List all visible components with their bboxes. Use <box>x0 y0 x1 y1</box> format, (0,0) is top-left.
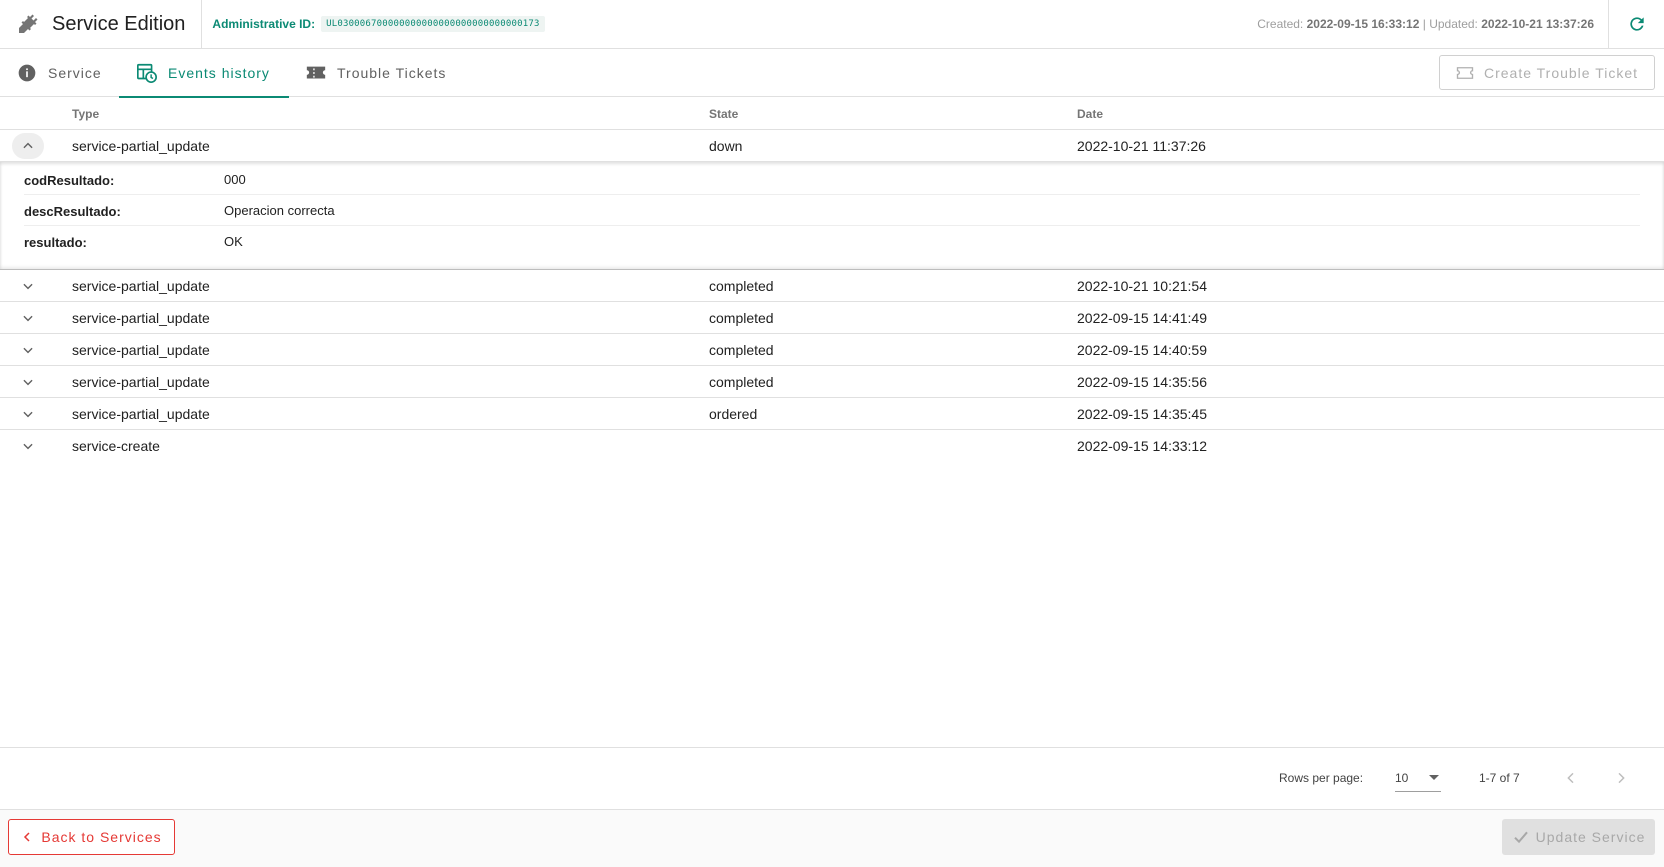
cell-date: 2022-09-15 14:40:59 <box>1077 342 1207 358</box>
tab-service-label: Service <box>48 65 102 81</box>
pagination-range: 1-7 of 7 <box>1479 771 1520 785</box>
caret-down-icon <box>1429 775 1439 780</box>
tab-events-history[interactable]: Events history <box>119 49 289 98</box>
cell-state: completed <box>709 310 774 326</box>
chevron-down-icon <box>23 315 33 322</box>
detail-value: OK <box>224 234 243 249</box>
cell-date: 2022-10-21 10:21:54 <box>1077 278 1207 294</box>
chevron-right-icon <box>1618 772 1625 784</box>
chevron-down-icon <box>23 411 33 418</box>
created-value: 2022-09-15 16:33:12 <box>1306 17 1420 31</box>
created-label: Created: <box>1257 17 1304 31</box>
collapse-row-button[interactable] <box>12 133 44 159</box>
row-detail-panel: codResultado: 000 descResultado: Operaci… <box>0 162 1664 270</box>
cell-state: down <box>709 138 743 154</box>
previous-page-button[interactable] <box>1557 764 1585 792</box>
ticket-outline-icon <box>1456 66 1474 80</box>
chevron-left-icon <box>1567 772 1574 784</box>
cell-date: 2022-09-15 14:41:49 <box>1077 310 1207 326</box>
detail-key: resultado: <box>24 235 87 250</box>
table-row[interactable]: service-create 2022-09-15 14:33:12 <box>0 430 1664 462</box>
chevron-left-icon <box>21 830 33 844</box>
cell-type: service-partial_update <box>72 138 210 154</box>
detail-item: codResultado: 000 <box>24 164 1640 195</box>
table-row[interactable]: service-partial_update completed 2022-09… <box>0 334 1664 366</box>
administrative-id-value: UL030006700000000000000000000000000173 <box>321 16 545 32</box>
table-pagination: Rows per page: 10 1-7 of 7 <box>0 747 1664 809</box>
cell-state: completed <box>709 278 774 294</box>
detail-value: Operacion correcta <box>224 203 335 218</box>
detail-item: descResultado: Operacion correcta <box>24 195 1640 226</box>
update-service-label: Update Service <box>1535 829 1646 845</box>
tab-trouble-tickets-label: Trouble Tickets <box>337 65 447 81</box>
chevron-down-icon <box>23 379 33 386</box>
updated-value: 2022-10-21 13:37:26 <box>1481 17 1594 31</box>
chevron-up-icon <box>23 142 33 149</box>
table-row[interactable]: service-partial_update down 2022-10-21 1… <box>0 130 1664 162</box>
detail-value: 000 <box>224 172 246 187</box>
detail-item: resultado: OK <box>24 226 1640 257</box>
action-footer: Back to Services Update Service <box>0 809 1664 867</box>
update-service-button[interactable]: Update Service <box>1502 819 1655 855</box>
expand-row-button[interactable] <box>12 273 44 299</box>
chevron-down-icon <box>23 443 33 450</box>
cell-type: service-create <box>72 438 160 454</box>
app-header: Service Edition Administrative ID: UL030… <box>0 0 1664 49</box>
refresh-icon <box>1629 17 1644 31</box>
detail-key: descResultado: <box>24 204 121 219</box>
cell-state: completed <box>709 374 774 390</box>
table-row[interactable]: service-partial_update completed 2022-09… <box>0 366 1664 398</box>
expand-row-button[interactable] <box>12 337 44 363</box>
tab-events-history-label: Events history <box>168 65 270 81</box>
cell-type: service-partial_update <box>72 406 210 422</box>
back-to-services-label: Back to Services <box>41 829 162 845</box>
expand-row-button[interactable] <box>12 305 44 331</box>
cell-date: 2022-09-15 14:33:12 <box>1077 438 1207 454</box>
plug-icon <box>16 12 40 36</box>
administrative-id-label: Administrative ID: <box>212 17 316 31</box>
expand-row-button[interactable] <box>12 433 44 459</box>
refresh-button[interactable] <box>1608 0 1664 48</box>
cell-type: service-partial_update <box>72 342 210 358</box>
tab-trouble-tickets[interactable]: Trouble Tickets <box>305 49 446 97</box>
tab-service[interactable]: Service <box>16 49 102 97</box>
chevron-down-icon <box>23 347 33 354</box>
column-header-type[interactable]: Type <box>72 107 99 121</box>
cell-state: ordered <box>709 406 758 422</box>
next-page-button[interactable] <box>1607 764 1635 792</box>
ticket-icon <box>305 62 327 84</box>
page-title: Service Edition <box>52 0 203 49</box>
rows-per-page-select[interactable]: 10 <box>1395 764 1441 792</box>
rows-per-page-label: Rows per page: <box>1279 771 1364 785</box>
cell-date: 2022-10-21 11:37:26 <box>1077 138 1206 154</box>
table-row[interactable]: service-partial_update ordered 2022-09-1… <box>0 398 1664 430</box>
chevron-down-icon <box>23 283 33 290</box>
expand-row-button[interactable] <box>12 369 44 395</box>
column-header-state[interactable]: State <box>709 107 738 121</box>
info-icon <box>16 62 38 84</box>
back-to-services-button[interactable]: Back to Services <box>8 819 175 855</box>
create-trouble-ticket-label: Create Trouble Ticket <box>1483 64 1639 81</box>
tab-bar: Service Events history Trouble Tickets C… <box>0 49 1664 98</box>
cell-type: service-partial_update <box>72 310 210 326</box>
table-row[interactable]: service-partial_update completed 2022-10… <box>0 270 1664 302</box>
column-header-date[interactable]: Date <box>1077 107 1103 121</box>
cell-date: 2022-09-15 14:35:45 <box>1077 406 1207 422</box>
expand-row-button[interactable] <box>12 401 44 427</box>
detail-key: codResultado: <box>24 173 115 188</box>
events-table-header: Type State Date <box>0 97 1664 130</box>
check-icon <box>1512 829 1530 845</box>
rows-per-page-value: 10 <box>1395 771 1409 785</box>
timestamp-separator: | <box>1422 17 1426 31</box>
cell-date: 2022-09-15 14:35:56 <box>1077 374 1207 390</box>
cell-type: service-partial_update <box>72 278 210 294</box>
cell-state: completed <box>709 342 774 358</box>
updated-label: Updated: <box>1429 17 1478 31</box>
history-icon <box>136 62 158 84</box>
timestamps: Created: 2022-09-15 16:33:12 | Updated: … <box>1257 17 1594 31</box>
cell-type: service-partial_update <box>72 374 210 390</box>
create-trouble-ticket-button[interactable]: Create Trouble Ticket <box>1439 55 1655 90</box>
table-row[interactable]: service-partial_update completed 2022-09… <box>0 302 1664 334</box>
